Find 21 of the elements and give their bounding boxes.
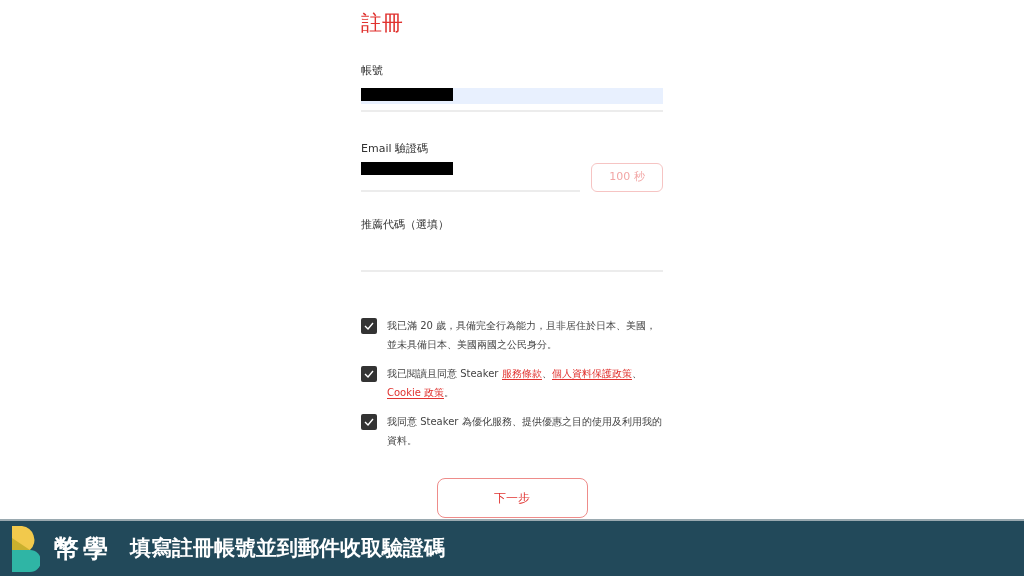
- field-label: Email 驗證碼: [361, 142, 429, 156]
- logo-icon: [12, 525, 40, 572]
- policy-link[interactable]: 個人資料保護政策: [551, 368, 632, 380]
- check-icon: [364, 370, 374, 378]
- checkbox[interactable]: [361, 318, 377, 334]
- next-button[interactable]: 下一步: [436, 478, 588, 518]
- code-field[interactable]: [361, 162, 580, 192]
- policy-link[interactable]: 服務條款: [501, 368, 542, 380]
- field-label: 帳號: [361, 64, 384, 78]
- brand-name: 幣學: [54, 532, 112, 565]
- agreement-text: 我已閱讀且同意 Steaker 服務條款、個人資料保護政策、 Cookie 政策。: [387, 367, 643, 401]
- checkbox[interactable]: [361, 366, 377, 382]
- agreement-text: 我已滿 20 歲，具備完全行為能力，且非居住於日本、美國，並未具備日本、美國兩國之公民身分。: [387, 319, 658, 352]
- page-title: 註冊: [361, 10, 404, 36]
- checkbox[interactable]: [361, 414, 377, 430]
- agreement-text: 我同意 Steaker 為優化服務、提供優惠之目的使用及利用我的資料。: [387, 415, 663, 448]
- field-label: 推薦代碼（選填）: [361, 218, 450, 232]
- check-icon: [364, 322, 374, 330]
- account-field[interactable]: [361, 88, 663, 112]
- caption-text: 填寫註冊帳號並到郵件收取驗證碼: [130, 534, 445, 562]
- check-icon: [364, 418, 374, 426]
